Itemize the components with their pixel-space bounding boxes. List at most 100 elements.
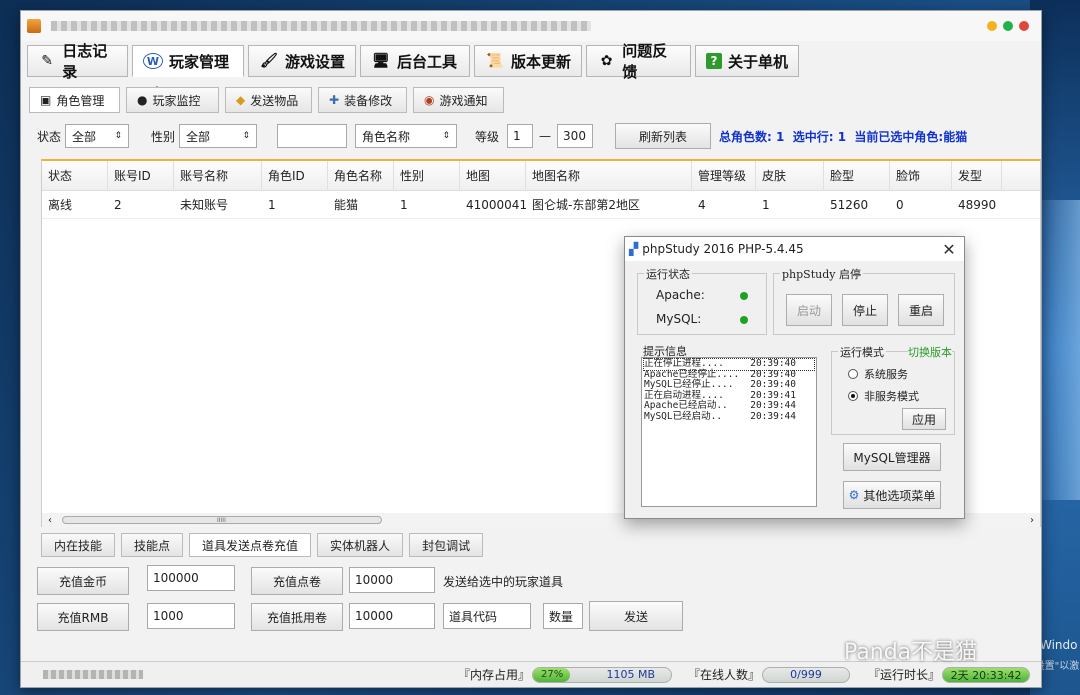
bottom-tab[interactable]: 实体机器人 <box>317 533 404 557</box>
column-header[interactable]: 角色名称 <box>328 160 394 191</box>
tab-player-management[interactable]: W 玩家管理 <box>132 45 244 77</box>
scroll-right-icon[interactable]: › <box>1030 515 1034 526</box>
brush-icon: 🖌 <box>260 53 278 69</box>
restart-button[interactable]: 重启 <box>898 294 944 326</box>
column-header[interactable]: 皮肤 <box>756 160 824 191</box>
windows-activation-text: Windo <box>1040 638 1078 652</box>
close-button[interactable] <box>1019 21 1029 31</box>
apache-label: Apache: <box>656 288 705 302</box>
points-amount-input[interactable]: 10000 <box>349 567 435 593</box>
table-cell: 能猫 <box>334 198 359 212</box>
log-entry: MySQL已经停止.... 20:39:40 <box>644 379 814 391</box>
blurred-status-text <box>43 670 143 679</box>
voucher-amount-input[interactable]: 10000 <box>349 603 435 629</box>
search-field-select[interactable]: 角色名称 ⇕ <box>355 124 458 148</box>
subtab-send-items[interactable]: ◆ 发送物品 <box>225 87 312 113</box>
recharge-rmb-button[interactable]: 充值RMB <box>37 603 129 631</box>
maximize-button[interactable] <box>1003 21 1013 31</box>
tab-backend-tools[interactable]: 🖥 后台工具 <box>360 45 470 77</box>
log-entry: Apache已经启动.. 20:39:44 <box>644 400 814 412</box>
column-header[interactable]: 脸型 <box>824 160 890 191</box>
start-button[interactable]: 启动 <box>786 294 832 326</box>
system-service-radio[interactable]: 系统服务 <box>848 366 908 382</box>
send-button[interactable]: 发送 <box>589 601 683 631</box>
subtab-role-management[interactable]: ▣ 角色管理 <box>29 87 120 113</box>
mysql-label: MySQL: <box>656 312 702 326</box>
recharge-voucher-button[interactable]: 充值抵用卷 <box>251 603 343 631</box>
tab-feedback[interactable]: ✿ 问题反馈 <box>586 42 691 81</box>
phpstudy-icon: ▞ <box>629 242 639 256</box>
quantity-input[interactable]: 数量 <box>543 603 583 629</box>
gold-amount-input[interactable]: 100000 <box>147 565 235 591</box>
column-header[interactable]: 发型 <box>952 160 1002 191</box>
tab-about[interactable]: ? 关于单机 <box>695 45 799 77</box>
search-input[interactable] <box>277 124 348 148</box>
column-header[interactable]: 地图名称 <box>526 160 692 191</box>
level-max-input[interactable]: 300 <box>557 124 594 148</box>
switch-version-link[interactable]: 切换版本 <box>908 344 952 360</box>
bottom-tab[interactable]: 封包调试 <box>409 533 484 557</box>
stop-button[interactable]: 停止 <box>842 294 888 326</box>
subtab-game-notice[interactable]: ◉ 游戏通知 <box>413 87 504 113</box>
spinner-icon: ⇕ <box>114 131 123 141</box>
log-listbox[interactable]: 正在停止进程.... 20:39:40 Apache已经停止.... 20:39:40… <box>641 357 817 507</box>
bottom-tab[interactable]: 技能点 <box>121 533 184 557</box>
subtab-label: 游戏通知 <box>439 93 488 108</box>
log-message: Apache已经启动.. <box>644 400 728 411</box>
other-options-menu-button[interactable]: ⚙ 其他选项菜单 <box>843 481 941 509</box>
subtab-player-monitor[interactable]: ● 玩家监控 <box>126 87 219 113</box>
refresh-list-button[interactable]: 刷新列表 <box>615 123 712 149</box>
bottom-tab[interactable]: 道具发送点卷充值 <box>189 533 312 557</box>
apply-button[interactable]: 应用 <box>902 408 946 430</box>
gender-select[interactable]: 全部 ⇕ <box>179 124 258 148</box>
column-header[interactable]: 性别 <box>394 160 460 191</box>
mysql-manager-button[interactable]: MySQL管理器 <box>843 443 941 471</box>
recharge-gold-button[interactable]: 充值金币 <box>37 567 129 595</box>
log-entry: MySQL已经启动.. 20:39:44 <box>644 411 814 423</box>
tab-log[interactable]: ✎ 日志记录 <box>27 42 128 81</box>
non-service-label: 非服务模式 <box>864 390 919 403</box>
uptime-label: 『运行时长』 <box>868 668 941 682</box>
column-header[interactable]: 角色ID <box>262 160 328 191</box>
subtab-equipment-edit[interactable]: ✚ 装备修改 <box>318 87 407 113</box>
sub-tab-bar: ▣ 角色管理 ● 玩家监控 ◆ 发送物品 ✚ 装备修改 ◉ 游戏通知 <box>29 87 504 113</box>
gender-select-value: 全部 <box>186 129 211 144</box>
close-icon[interactable]: ✕ <box>934 240 964 259</box>
column-header[interactable]: 账号名称 <box>174 160 262 191</box>
selection-summary: 总角色数: 1 选中行: 1 当前已选中角色:能猫 <box>719 129 968 144</box>
column-header[interactable]: 管理等级 <box>692 160 756 191</box>
send-items-hint: 发送给选中的玩家道具 <box>443 575 564 589</box>
tab-label: 后台工具 <box>397 52 458 71</box>
other-options-label: 其他选项菜单 <box>863 488 936 503</box>
memory-value: 1105 MB <box>606 668 656 681</box>
tab-game-settings[interactable]: 🖌 游戏设置 <box>248 45 356 77</box>
item-code-input[interactable]: 道具代码 <box>443 603 531 629</box>
table-row[interactable]: 离线 2 未知账号 1 能猫 1 410000417 图仑城-东部第2地区 4 1 51260 0 48… <box>42 191 1040 219</box>
table-cell: 图仑城-东部第2地区 <box>532 198 640 212</box>
non-service-radio[interactable]: 非服务模式 <box>848 388 919 404</box>
column-header[interactable]: 账号ID <box>108 160 174 191</box>
scroll-left-icon[interactable]: ‹ <box>48 515 52 526</box>
log-entry: 正在停止进程.... 20:39:40 <box>643 358 815 371</box>
radio-on-icon <box>848 391 858 401</box>
column-header[interactable]: 脸饰 <box>890 160 952 191</box>
main-tab-bar: ✎ 日志记录 W 玩家管理 🖌 游戏设置 🖥 后台工具 📜 版本更新 ✿ 问题反… <box>27 42 799 81</box>
column-header[interactable]: 状态 <box>42 160 108 191</box>
system-service-label: 系统服务 <box>864 368 908 381</box>
subtab-label: 发送物品 <box>250 93 299 108</box>
bottom-tab[interactable]: 内在技能 <box>41 533 116 557</box>
level-min-input[interactable]: 1 <box>507 124 534 148</box>
monitor-icon: ● <box>137 93 148 107</box>
minimize-button[interactable] <box>987 21 997 31</box>
tab-version-update[interactable]: 📜 版本更新 <box>474 45 582 77</box>
rmb-amount-input[interactable]: 1000 <box>147 603 235 629</box>
subtab-label: 玩家监控 <box>152 93 201 108</box>
log-time: 20:39:40 <box>750 379 796 390</box>
computer-icon: 🖥 <box>372 53 390 69</box>
column-header[interactable]: 地图 <box>460 160 526 191</box>
log-message: 正在停止进程.... <box>644 358 724 369</box>
status-select[interactable]: 全部 ⇕ <box>65 124 130 148</box>
recharge-points-button[interactable]: 充值点卷 <box>251 567 343 595</box>
apache-status-led <box>740 292 748 300</box>
table-cell: 0 <box>896 197 904 212</box>
